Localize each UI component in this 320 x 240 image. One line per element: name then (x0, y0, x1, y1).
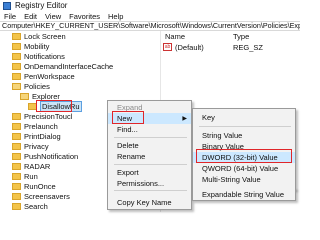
menu-delete[interactable]: Delete (108, 140, 191, 151)
menu-edit[interactable]: Edit (20, 12, 41, 21)
folder-icon (12, 32, 21, 40)
window-title: Registry Editor (15, 1, 68, 10)
submenu-string-value[interactable]: String Value (193, 130, 295, 141)
menu-permissions[interactable]: Permissions... (108, 178, 191, 189)
menu-find[interactable]: Find... (108, 124, 191, 135)
menu-copy-key-name[interactable]: Copy Key Name (108, 197, 191, 208)
submenu-key[interactable]: Key (193, 112, 295, 123)
folder-icon (12, 72, 21, 80)
tree-item[interactable]: OnDemandInterfaceCache (12, 61, 113, 71)
menu-separator (199, 126, 291, 127)
title-bar: Registry Editor (0, 0, 300, 11)
folder-icon (12, 122, 21, 130)
tree-item[interactable]: Lock Screen (12, 31, 66, 41)
submenu-expandable-string-value[interactable]: Expandable String Value (193, 189, 295, 200)
folder-icon (12, 162, 21, 170)
menu-file[interactable]: File (0, 12, 20, 21)
menu-separator (114, 137, 187, 138)
tree-item[interactable]: PushNotification (12, 151, 78, 161)
tree-item[interactable]: Run (12, 171, 38, 181)
highlight-disallowrun (36, 100, 72, 112)
tree-item[interactable]: Notifications (12, 51, 65, 61)
folder-icon (12, 62, 21, 70)
chevron-right-icon: ▶ (182, 116, 187, 122)
tree-item-policies[interactable]: Policies (12, 81, 50, 91)
value-name: (Default) (175, 42, 204, 52)
address-bar[interactable]: Computer\HKEY_CURRENT_USER\Software\Micr… (0, 21, 300, 31)
tree-overflow (0, 210, 160, 212)
tree-item[interactable]: RunOnce (12, 181, 56, 191)
folder-icon (12, 132, 21, 140)
registry-editor-icon (3, 1, 11, 10)
tree-item[interactable]: Prelaunch (12, 121, 58, 131)
new-submenu-tail: Expandable String Value (192, 188, 296, 201)
value-row[interactable]: ab (Default) REG_SZ (163, 42, 300, 52)
string-value-icon: ab (163, 43, 172, 51)
menu-separator (114, 190, 187, 191)
menu-help[interactable]: Help (104, 12, 127, 21)
highlight-new (112, 111, 144, 124)
folder-icon (12, 142, 21, 150)
tree-item[interactable]: PrintDialog (12, 131, 61, 141)
menu-bar: File Edit View Favorites Help (0, 11, 300, 21)
submenu-multi-string-value[interactable]: Multi-String Value (193, 174, 295, 185)
value-type: REG_SZ (233, 42, 264, 52)
folder-icon (12, 152, 21, 160)
menu-separator (114, 164, 187, 165)
folder-open-icon (12, 82, 21, 90)
highlight-dword (196, 149, 292, 163)
submenu-qword-value[interactable]: QWORD (64-bit) Value (193, 163, 295, 174)
tree-item[interactable]: RADAR (12, 161, 50, 171)
folder-icon (12, 52, 21, 60)
tree-item[interactable]: PenWorkspace (12, 71, 75, 81)
folder-icon (12, 172, 21, 180)
column-name-header[interactable]: Name (165, 31, 185, 41)
menu-favorites[interactable]: Favorites (65, 12, 104, 21)
folder-open-icon (20, 92, 29, 100)
context-menu-tail: Copy Key Name (107, 196, 192, 210)
folder-icon (12, 182, 21, 190)
tree-item[interactable]: Privacy (12, 141, 49, 151)
folder-icon (12, 112, 21, 120)
menu-view[interactable]: View (41, 12, 65, 21)
folder-icon (12, 42, 21, 50)
tree-item[interactable]: Screensavers (12, 191, 70, 201)
folder-icon (12, 202, 21, 210)
tree-item[interactable]: Mobility (12, 41, 49, 51)
tree-item[interactable]: PrecisionToucl (12, 111, 72, 121)
menu-rename[interactable]: Rename (108, 151, 191, 162)
menu-export[interactable]: Export (108, 167, 191, 178)
column-type-header[interactable]: Type (233, 31, 249, 41)
folder-icon (12, 192, 21, 200)
